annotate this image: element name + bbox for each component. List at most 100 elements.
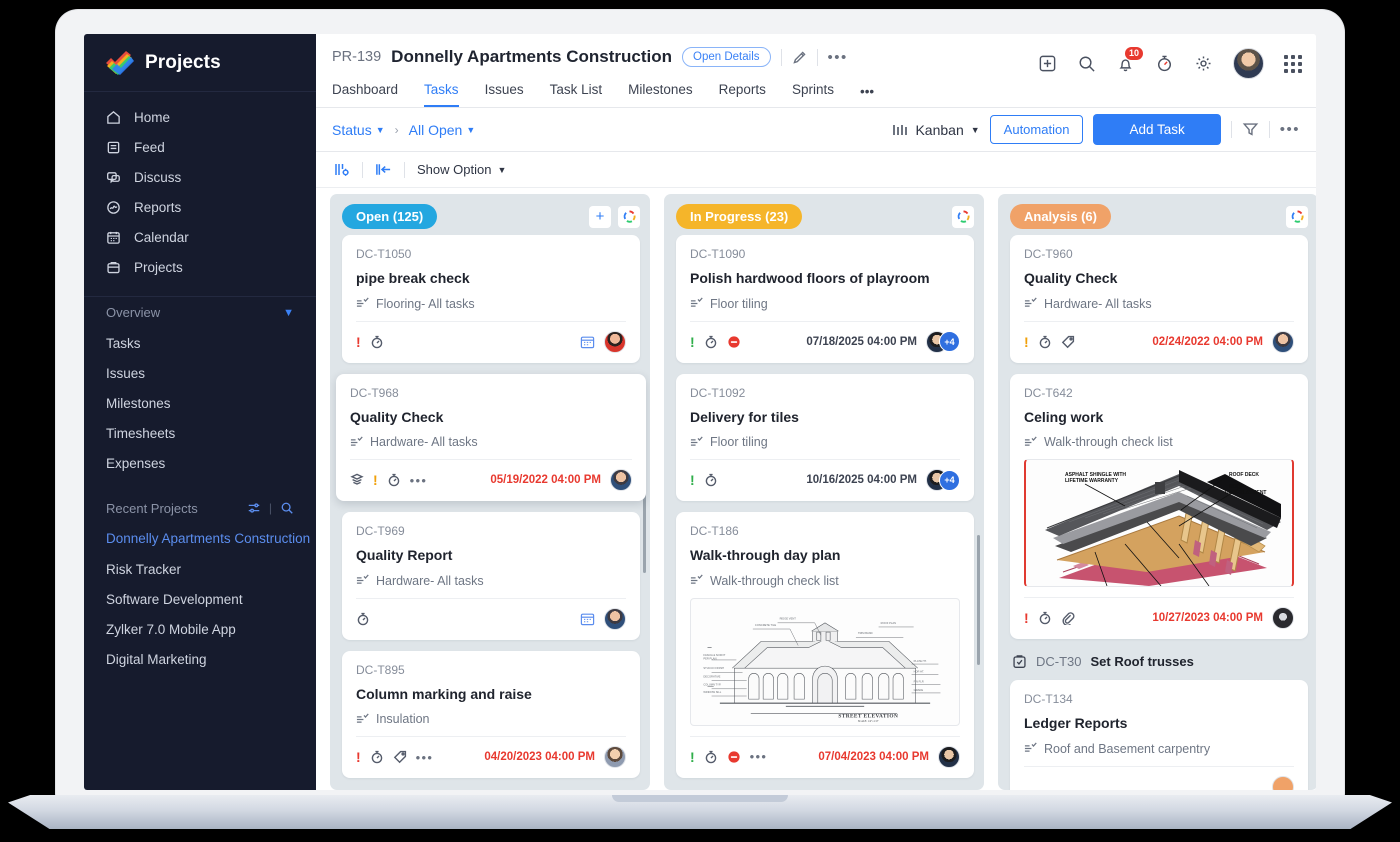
blocked-icon[interactable] [727,335,741,349]
filter-sliders-icon[interactable] [247,501,261,515]
add-new-icon[interactable] [1038,54,1057,73]
column-scrollbar[interactable] [977,535,980,665]
add-task-button[interactable]: Add Task [1093,114,1220,145]
sidebar-item-tasks[interactable]: Tasks [84,328,316,358]
laptop-frame: Projects Home Feed Discuss Reports [56,10,1344,800]
sidebar-item-zylker-mobile-app[interactable]: Zylker 7.0 Mobile App [84,614,316,644]
avatar[interactable] [938,746,960,768]
task-more-icon[interactable]: ••• [410,474,428,487]
project-more-button[interactable]: ••• [828,50,848,65]
sidebar-item-reports[interactable]: Reports [84,192,316,222]
refresh-icon[interactable] [1286,206,1308,228]
column-title-badge[interactable]: Analysis (6) [1010,204,1111,229]
task-card[interactable]: DC-T1092 Delivery for tiles Floor tiling… [676,374,974,502]
timer-icon[interactable] [704,335,718,349]
calendar-icon[interactable] [580,612,595,626]
sidebar-item-milestones[interactable]: Milestones [84,388,316,418]
tab-issues[interactable]: Issues [485,82,524,107]
edit-pencil-icon[interactable] [792,50,807,65]
task-attachment-thumbnail[interactable]: FASCIA & SOFFIT PER PLAN STUCCO FINISH D… [690,598,960,726]
settings-gear-icon[interactable] [1194,54,1213,73]
sidebar-item-timesheets[interactable]: Timesheets [84,418,316,448]
task-card[interactable]: DC-T960 Quality Check Hardware- All task… [1010,235,1308,363]
task-card[interactable]: DC-T968 Quality Check Hardware- All task… [336,374,646,502]
add-card-icon[interactable]: + [589,206,611,228]
notifications-bell-icon[interactable]: 10 [1116,54,1135,73]
sidebar-item-risk-tracker[interactable]: Risk Tracker [84,554,316,584]
tab-sprints[interactable]: Sprints [792,82,834,107]
sidebar-item-home[interactable]: Home [84,102,316,132]
column-title-badge[interactable]: Open (125) [342,204,437,229]
avatar-overflow-count[interactable]: +4 [939,470,960,491]
task-more-icon[interactable]: ••• [750,750,768,763]
task-card[interactable]: DC-T186 Walk-through day plan Walk-throu… [676,512,974,778]
sidebar-item-digital-marketing[interactable]: Digital Marketing [84,644,316,674]
search-icon[interactable] [280,501,294,515]
tab-reports[interactable]: Reports [719,82,766,107]
search-icon[interactable] [1077,54,1096,73]
open-details-button[interactable]: Open Details [682,47,770,67]
avatar[interactable] [1233,48,1264,79]
tab-tasks[interactable]: Tasks [424,82,459,107]
avatar[interactable] [604,608,626,630]
avatar[interactable] [1272,331,1294,353]
calendar-icon[interactable] [580,335,595,349]
collapse-panel-icon[interactable] [375,162,392,177]
column-title-badge[interactable]: In Progress (23) [676,204,802,229]
timer-icon[interactable] [704,750,718,764]
task-attachment-thumbnail[interactable]: ASPHALT SHINGLE WITH LIFETIME WARRANTY R… [1024,459,1294,587]
task-card[interactable]: DC-T134 Ledger Reports Roof and Basement… [1010,680,1308,790]
tab-milestones[interactable]: Milestones [628,82,693,107]
sidebar-item-discuss[interactable]: Discuss [84,162,316,192]
refresh-icon[interactable] [618,206,640,228]
sidebar-item-projects[interactable]: Projects [84,252,316,282]
sidebar-item-software-development[interactable]: Software Development [84,584,316,614]
brand-logo-area[interactable]: Projects [84,34,316,92]
view-filter-dropdown[interactable]: All Open ▼ [409,122,476,138]
task-card[interactable]: DC-T1090 Polish hardwood floors of playr… [676,235,974,363]
board-settings-icon[interactable] [334,162,350,177]
tag-icon[interactable] [1061,335,1075,349]
status-filter-dropdown[interactable]: Status ▼ [332,122,385,138]
refresh-icon[interactable] [952,206,974,228]
task-card[interactable]: DC-T895 Column marking and raise Insulat… [342,651,640,779]
sidebar-item-donnelly-apartments-construction[interactable]: Donnelly Apartments Construction [84,524,316,554]
sidebar-item-calendar[interactable]: Calendar [84,222,316,252]
sidebar-item-expenses[interactable]: Expenses [84,448,316,478]
attachment-clip-icon[interactable] [1061,611,1075,625]
timer-icon[interactable] [1038,611,1052,625]
avatar[interactable] [610,469,632,491]
avatar[interactable] [604,331,626,353]
filter-funnel-icon[interactable] [1242,121,1259,138]
task-card[interactable]: DC-T969 Quality Report Hardware- All tas… [342,512,640,640]
task-card[interactable]: DC-T642 Celing work Walk-through check l… [1010,374,1308,640]
timer-icon[interactable] [1038,335,1052,349]
filterbar-more-button[interactable]: ••• [1280,122,1300,137]
app-switcher-grid-icon[interactable] [1284,55,1302,73]
timer-icon[interactable] [370,335,384,349]
avatar[interactable] [604,746,626,768]
show-option-dropdown[interactable]: Show Option ▼ [417,162,506,177]
task-more-icon[interactable]: ••• [416,751,434,764]
avatar[interactable] [1272,776,1294,791]
timer-icon[interactable] [356,612,370,626]
timer-icon[interactable] [387,473,401,487]
automation-button[interactable]: Automation [990,115,1084,144]
tabs-more-button[interactable]: ••• [860,84,874,107]
layers-icon[interactable] [350,473,364,487]
timer-icon[interactable] [1155,54,1174,73]
sidebar-item-feed[interactable]: Feed [84,132,316,162]
tag-icon[interactable] [393,750,407,764]
sidebar-item-issues[interactable]: Issues [84,358,316,388]
view-mode-kanban-dropdown[interactable]: Kanban ▼ [892,122,979,138]
tab-task-list[interactable]: Task List [550,82,603,107]
task-card[interactable]: DC-T1050 pipe break check Flooring- All … [342,235,640,363]
tab-dashboard[interactable]: Dashboard [332,82,398,107]
task-group-header[interactable]: DC-T30 Set Roof trusses [1010,650,1308,680]
timer-icon[interactable] [370,750,384,764]
sidebar-section-overview[interactable]: Overview ▼ [84,296,316,328]
timer-icon[interactable] [704,473,718,487]
avatar[interactable] [1272,607,1294,629]
avatar-overflow-count[interactable]: +4 [939,331,960,352]
blocked-icon[interactable] [727,750,741,764]
